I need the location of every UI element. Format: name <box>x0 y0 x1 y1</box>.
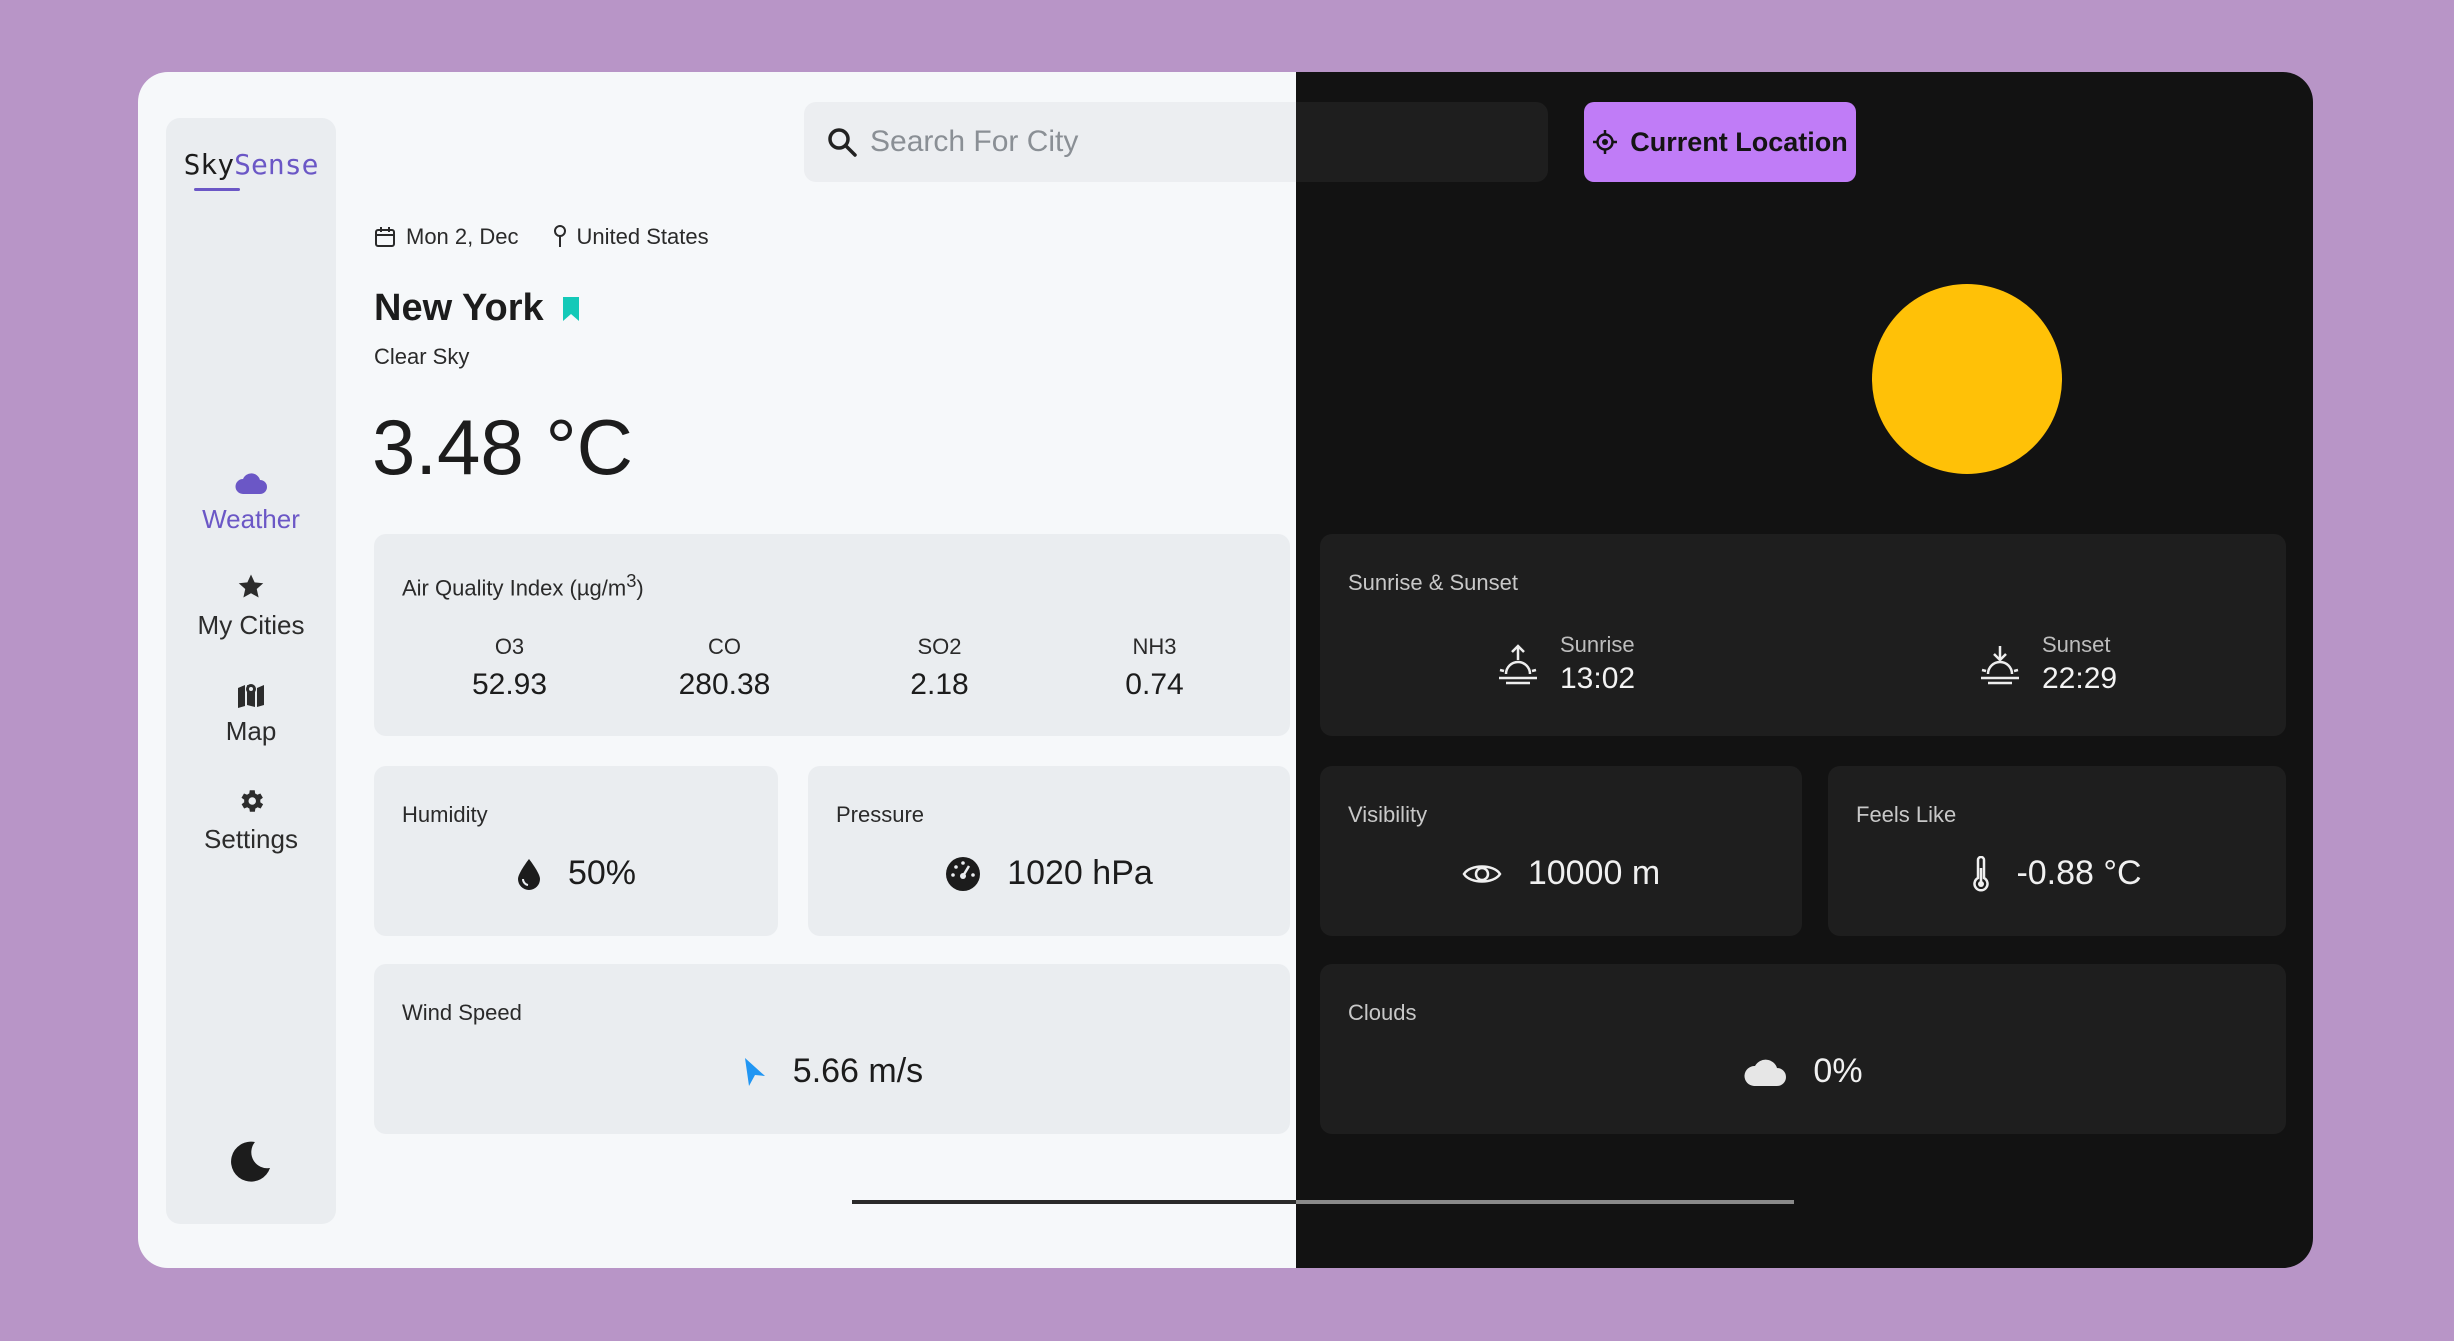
sunrise-time: 13:02 <box>1560 662 1636 695</box>
sidebar-item-weather[interactable]: Weather <box>166 470 336 535</box>
search-bar[interactable] <box>804 102 1548 182</box>
feels-like-value: -0.88 °C <box>2016 854 2142 892</box>
aqi-values: O3 52.93 CO 280.38 SO2 2.18 NH3 0.74 <box>402 634 1262 702</box>
logo-text-sense: Sense <box>234 148 319 181</box>
aqi-name: O3 <box>494 634 525 659</box>
clouds-card: Clouds 0% <box>1320 964 2286 1134</box>
aqi-name: CO <box>708 634 741 659</box>
clouds-value: 0% <box>1813 1052 1863 1090</box>
air-quality-card: Air Quality Index (µg/m3) O3 52.93 CO 28… <box>374 534 1290 736</box>
aqi-item-co: CO 280.38 <box>617 634 832 702</box>
gear-icon <box>241 790 264 812</box>
bookmark-icon[interactable] <box>562 296 580 322</box>
aqi-item-nh3: NH3 0.74 <box>1047 634 1262 702</box>
aqi-item-so2: SO2 2.18 <box>832 634 1047 702</box>
date-location-row: Mon 2, Dec United States <box>374 224 709 250</box>
search-icon <box>828 128 857 157</box>
card-title: Air Quality Index (µg/m3) <box>402 570 644 601</box>
pin-icon <box>553 225 566 247</box>
aqi-title-sup: 3 <box>626 570 637 591</box>
card-title: Humidity <box>402 802 488 827</box>
sunset-time: 22:29 <box>2042 662 2118 695</box>
eye-icon <box>1462 864 1502 883</box>
sidebar-item-settings[interactable]: Settings <box>166 786 336 855</box>
aqi-item-o3: O3 52.93 <box>402 634 617 702</box>
clouds-content: 0% <box>1320 1052 2286 1091</box>
star-icon <box>238 574 264 598</box>
sunset-icon <box>1981 646 2019 685</box>
sidebar-item-label: Map <box>225 716 277 746</box>
sunset-label: Sunset <box>2042 632 2111 657</box>
aqi-name: SO2 <box>917 634 962 659</box>
wind-speed-value: 5.66 m/s <box>792 1052 924 1090</box>
app-logo[interactable]: SkySense <box>166 148 336 181</box>
card-title: Clouds <box>1348 1000 1417 1025</box>
sidebar-item-label: Weather <box>202 504 300 534</box>
card-title: Pressure <box>836 802 925 827</box>
sidebar-item-map[interactable]: Map <box>166 680 336 747</box>
humidity-card: Humidity 50% <box>374 766 778 936</box>
aqi-value: 52.93 <box>471 668 548 701</box>
aqi-value: 2.18 <box>910 668 969 701</box>
cloud-icon <box>1744 1059 1787 1086</box>
sunrise-item: Sunrise 13:02 <box>1496 632 1635 696</box>
visibility-card: Visibility 10000 m <box>1320 766 1802 936</box>
calendar-icon <box>375 227 395 247</box>
scroll-indicator[interactable] <box>852 1200 1296 1204</box>
humidity-value: 50% <box>567 854 637 892</box>
aqi-value: 280.38 <box>678 668 771 701</box>
pressure-card: Pressure 1020 hPa <box>808 766 1290 936</box>
current-country: United States <box>576 224 709 249</box>
wind-content: 5.66 m/s <box>374 1052 1290 1091</box>
feels-like-card: Feels Like -0.88 °C <box>1828 766 2286 936</box>
crosshair-icon <box>1593 130 1618 154</box>
wind-direction-icon <box>744 1057 765 1086</box>
sidebar-item-label: Settings <box>204 824 298 854</box>
visibility-value: 10000 m <box>1527 854 1661 892</box>
pressure-content: 1020 hPa <box>808 854 1290 893</box>
scroll-indicator-track[interactable] <box>1296 1200 1794 1204</box>
logo-text-sky: Sky <box>183 148 235 181</box>
city-heading: New York <box>374 287 580 330</box>
water-drop-icon <box>517 858 540 890</box>
sun-icon <box>1872 284 2062 474</box>
aqi-title-end: ) <box>636 575 644 601</box>
aqi-value: 0.74 <box>1125 668 1184 701</box>
card-title: Sunrise & Sunset <box>1348 570 1518 595</box>
current-location-button[interactable]: Current Location <box>1584 102 1856 182</box>
current-date: Mon 2, Dec <box>406 224 519 249</box>
card-title: Visibility <box>1348 802 1428 827</box>
thermometer-icon <box>1973 855 1990 891</box>
sunrise-label: Sunrise <box>1560 632 1635 657</box>
humidity-content: 50% <box>374 854 778 893</box>
card-title: Feels Like <box>1856 802 1957 827</box>
feels-like-content: -0.88 °C <box>1828 854 2286 893</box>
sunrise-icon <box>1499 644 1537 685</box>
pressure-value: 1020 hPa <box>1007 854 1153 892</box>
sunrise-sunset-card: Sunrise & Sunset Sunrise 13:02 Sunset 22… <box>1320 534 2286 736</box>
sidebar-item-my-cities[interactable]: My Cities <box>166 572 336 641</box>
weather-condition: Clear Sky <box>374 344 470 369</box>
map-icon <box>238 684 264 708</box>
sunset-item: Sunset 22:29 <box>1978 632 2117 696</box>
app-window: SkySense Weather My Cities Map Settings … <box>138 72 2313 1268</box>
card-title: Wind Speed <box>402 1000 522 1025</box>
logo-underline <box>194 188 240 191</box>
aqi-title: Air Quality Index (µg/m <box>402 575 627 601</box>
current-location-label: Current Location <box>1630 126 1848 157</box>
moon-icon[interactable] <box>228 1138 274 1184</box>
sidebar: SkySense Weather My Cities Map Settings <box>166 118 336 1224</box>
search-input[interactable] <box>870 116 1510 168</box>
cloud-icon <box>235 473 267 494</box>
current-temperature: 3.48 °C <box>372 403 634 491</box>
visibility-content: 10000 m <box>1320 854 1802 893</box>
wind-speed-card: Wind Speed 5.66 m/s <box>374 964 1290 1134</box>
city-name: New York <box>374 287 544 329</box>
sidebar-item-label: My Cities <box>197 610 305 640</box>
aqi-name: NH3 <box>1132 634 1177 659</box>
gauge-icon <box>946 856 981 891</box>
